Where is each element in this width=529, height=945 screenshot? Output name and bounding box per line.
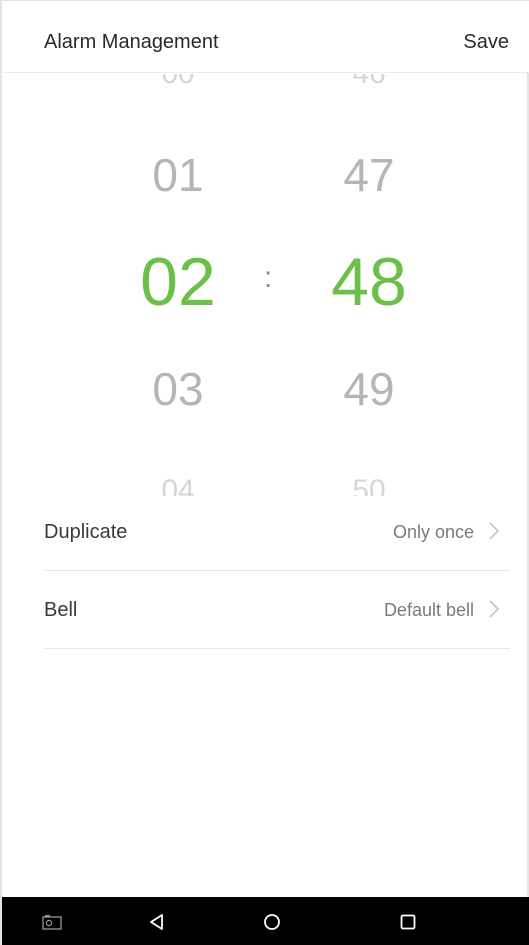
minute-option[interactable]: 47: [309, 152, 429, 198]
duplicate-row[interactable]: Duplicate Only once: [44, 493, 510, 571]
app-frame: Alarm Management Save 00 01 02 03 04 : 4…: [0, 0, 529, 945]
home-button[interactable]: [242, 897, 302, 945]
hour-wheel[interactable]: 00 01 02 03 04: [118, 74, 238, 496]
save-button[interactable]: Save: [463, 31, 509, 54]
bell-value: Default bell: [383, 600, 474, 620]
minute-option[interactable]: 49: [309, 366, 429, 412]
hour-selected[interactable]: 02: [118, 248, 238, 316]
minute-option[interactable]: 46: [309, 74, 429, 89]
screenshot-button[interactable]: [22, 897, 82, 945]
back-button[interactable]: [127, 897, 187, 945]
app-header: Alarm Management Save: [2, 1, 529, 73]
page-title: Alarm Management: [44, 31, 219, 53]
chevron-right-icon: [489, 522, 500, 540]
minute-selected[interactable]: 48: [309, 248, 429, 316]
back-icon: [150, 913, 163, 930]
duplicate-value: Only once: [392, 522, 474, 542]
screenshot-icon: [42, 914, 62, 930]
hour-option[interactable]: 01: [118, 152, 238, 198]
time-picker[interactable]: 00 01 02 03 04 : 46 47 48 49 50: [2, 74, 529, 496]
home-icon: [264, 913, 280, 930]
hour-option[interactable]: 00: [118, 74, 238, 89]
recents-icon: [400, 914, 416, 929]
bell-label: Bell: [44, 599, 78, 621]
system-navigation-bar: [2, 897, 529, 945]
recents-button[interactable]: [378, 897, 438, 945]
minute-wheel[interactable]: 46 47 48 49 50: [309, 74, 429, 496]
chevron-right-icon: [489, 600, 500, 618]
bell-row[interactable]: Bell Default bell: [44, 571, 510, 649]
duplicate-label: Duplicate: [44, 521, 128, 543]
time-separator: :: [264, 261, 273, 294]
hour-option[interactable]: 03: [118, 366, 238, 412]
